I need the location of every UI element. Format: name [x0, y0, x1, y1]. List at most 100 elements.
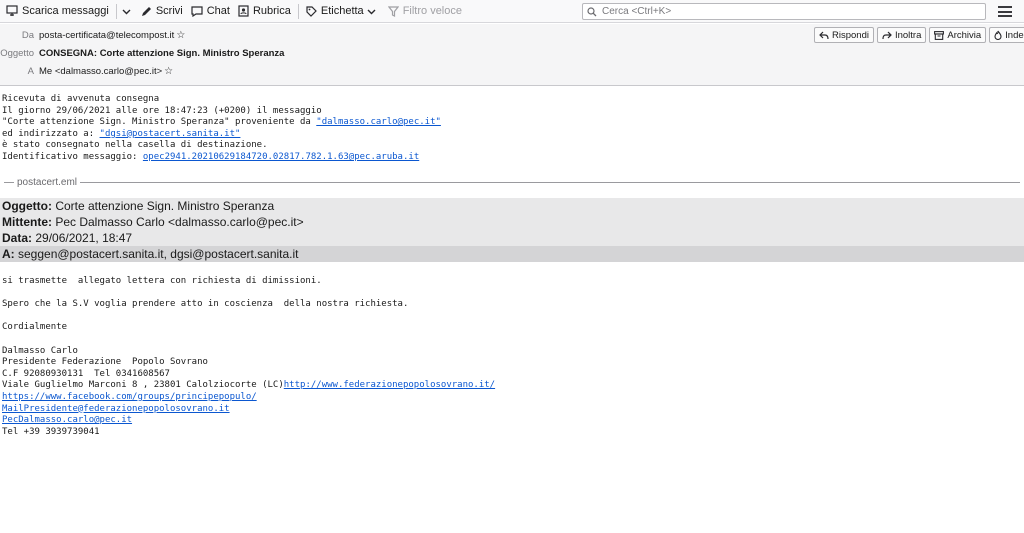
attachment-separator: postacert.eml — [4, 177, 1020, 188]
subject-row: Oggetto CONSEGNA: Corte attenzione Sign.… — [0, 48, 284, 59]
forwarded-to-value: seggen@postacert.sanita.it, dgsi@postace… — [14, 247, 299, 261]
message-body: si trasmette allegato lettera con richie… — [2, 276, 802, 438]
forwarded-to-label: A: — [2, 247, 15, 261]
chat-label: Chat — [206, 5, 230, 17]
forward-label: Inoltra — [894, 29, 922, 41]
receipt-line: Il giorno 29/06/2021 alle ore 18:47:23 (… — [2, 105, 322, 116]
fire-icon — [994, 30, 1002, 40]
subject-value: CONSEGNA: Corte attenzione Sign. Ministr… — [39, 48, 285, 59]
write-label: Scrivi — [155, 5, 183, 17]
hamburger-icon — [998, 6, 1012, 8]
to-value[interactable]: Me <dalmasso.carlo@pec.it> — [39, 66, 162, 77]
get-messages-button[interactable]: Scarica messaggi — [2, 1, 113, 22]
receipt-line: Identificativo messaggio: opec2941.20210… — [2, 152, 602, 164]
search-placeholder: Cerca <Ctrl+K> — [602, 6, 672, 17]
signature-address: Viale Guglielmo Marconi 8 , 23801 Calolz… — [2, 380, 284, 391]
website-link[interactable]: http://www.federazionepopolosovrano.it/ — [284, 380, 495, 390]
get-messages-dropdown[interactable] — [120, 1, 137, 22]
forwarded-date-value: 29/06/2021, 18:47 — [32, 231, 133, 245]
chevron-down-icon — [367, 9, 376, 14]
from-label: Da — [21, 30, 34, 41]
forwarded-message-headers: Oggetto: Corte attenzione Sign. Ministro… — [0, 198, 1024, 262]
chat-button[interactable]: Chat — [187, 1, 234, 22]
signature-line: Dalmasso Carlo — [2, 345, 78, 356]
chevron-down-icon — [122, 9, 131, 14]
main-toolbar: Scarica messaggi Scrivi Chat Rubrica Eti… — [0, 0, 1024, 23]
body-line: si trasmette allegato lettera con richie… — [2, 276, 322, 286]
subject-label: Oggetto — [0, 48, 34, 59]
address-book-label: Rubrica — [252, 5, 291, 17]
from-value[interactable]: posta-certificata@telecompost.it — [39, 30, 174, 41]
forward-button[interactable]: Inoltra — [876, 27, 927, 43]
archive-icon — [934, 30, 945, 40]
reply-button[interactable]: Rispondi — [814, 27, 874, 43]
forwarded-sender-label: Mittente: — [2, 215, 52, 229]
archive-button[interactable]: Archivia — [929, 27, 987, 43]
receipt-line: è stato consegnato nella casella di dest… — [2, 140, 268, 151]
receipt-line: "Corte attenzione Sign. Ministro Speranz… — [2, 117, 602, 129]
filter-icon — [387, 5, 399, 17]
reply-label: Rispondi — [832, 29, 869, 41]
message-actions: Rispondi Inoltra Archivia Indeside — [814, 27, 1024, 43]
address-book-button[interactable]: Rubrica — [234, 1, 295, 22]
junk-button[interactable]: Indeside — [989, 27, 1024, 43]
receipt-text-fragment: "Corte attenzione Sign. Ministro Speranz… — [2, 117, 317, 128]
download-icon — [6, 5, 18, 16]
from-row: Da posta-certificata@telecompost.it ☆ — [0, 30, 185, 41]
to-row: A Me <dalmasso.carlo@pec.it> ☆ — [0, 66, 173, 77]
search-icon — [587, 6, 597, 16]
receipt-line: ed indirizzato a: "dgsi@postacert.sanita… — [2, 129, 602, 141]
receipt-text-fragment: Identificativo messaggio: — [2, 151, 143, 162]
forwarded-subject-value: Corte attenzione Sign. Ministro Speranza — [52, 199, 275, 213]
star-icon[interactable]: ☆ — [176, 30, 185, 41]
receipt-line: Ricevuta di avvenuta consegna — [2, 94, 160, 104]
pec-link[interactable]: PecDalmasso.carlo@pec.it — [2, 415, 132, 425]
body-line: Spero che la S.V voglia prendere atto in… — [2, 299, 409, 310]
attachment-name[interactable]: postacert.eml — [14, 177, 80, 188]
pencil-icon — [141, 6, 151, 16]
to-label: A — [27, 66, 34, 77]
signature-line: Viale Guglielmo Marconi 8 , 23801 Calolz… — [2, 380, 802, 392]
forwarded-subject-row: Oggetto: Corte attenzione Sign. Ministro… — [0, 198, 1024, 214]
forwarded-to-row: A: seggen@postacert.sanita.it, dgsi@post… — [0, 246, 1024, 262]
forwarded-date-label: Data: — [2, 231, 33, 245]
tag-label: Etichetta — [320, 5, 364, 17]
junk-label: Indeside — [1005, 29, 1024, 41]
signature-line: Tel +39 3939739041 — [2, 426, 100, 437]
signature-line: MailPresidente@federazionepopolosovrano.… — [2, 404, 802, 416]
forwarded-sender-row: Mittente: Pec Dalmasso Carlo <dalmasso.c… — [0, 214, 1024, 230]
forwarded-subject-label: Oggetto: — [2, 199, 52, 213]
archive-label: Archivia — [947, 29, 982, 41]
tag-button[interactable]: Etichetta — [302, 1, 384, 22]
receipt-text: Ricevuta di avvenuta consegna Il giorno … — [2, 94, 602, 164]
message-header: Da posta-certificata@telecompost.it ☆ Og… — [0, 24, 1024, 86]
recipient-link[interactable]: "dgsi@postacert.sanita.it" — [100, 129, 241, 139]
get-messages-label: Scarica messaggi — [22, 5, 109, 17]
receipt-text-fragment: ed indirizzato a: — [2, 128, 100, 139]
search-input[interactable]: Cerca <Ctrl+K> — [582, 3, 986, 20]
facebook-link[interactable]: https://www.facebook.com/groups/principe… — [2, 392, 257, 402]
chat-bubble-icon — [191, 5, 203, 17]
quick-filter-label: Filtro veloce — [402, 5, 462, 17]
forwarded-sender-value: Pec Dalmasso Carlo <dalmasso.carlo@pec.i… — [52, 215, 304, 229]
sender-link[interactable]: "dalmasso.carlo@pec.it" — [316, 117, 441, 127]
separator-line — [4, 181, 14, 183]
email-link[interactable]: MailPresidente@federazionepopolosovrano.… — [2, 404, 230, 414]
app-menu-button[interactable] — [997, 4, 1013, 19]
toolbar-divider — [115, 3, 117, 19]
message-id-link[interactable]: opec2941.20210629184720.02817.782.1.63@p… — [143, 152, 419, 162]
signature-line: PecDalmasso.carlo@pec.it — [2, 415, 802, 427]
reply-icon — [819, 31, 829, 39]
signature-line: C.F 92080930131 Tel 0341608567 — [2, 368, 170, 379]
body-line: Cordialmente — [2, 322, 68, 333]
signature-line: Presidente Federazione Popolo Sovrano — [2, 357, 208, 368]
quick-filter-button[interactable]: Filtro veloce — [384, 1, 466, 22]
tag-icon — [306, 5, 317, 17]
toolbar-divider — [297, 3, 299, 19]
forwarded-date-row: Data: 29/06/2021, 18:47 — [0, 230, 1024, 246]
star-icon[interactable]: ☆ — [164, 66, 173, 77]
address-book-icon — [238, 5, 249, 17]
write-button[interactable]: Scrivi — [137, 1, 187, 22]
